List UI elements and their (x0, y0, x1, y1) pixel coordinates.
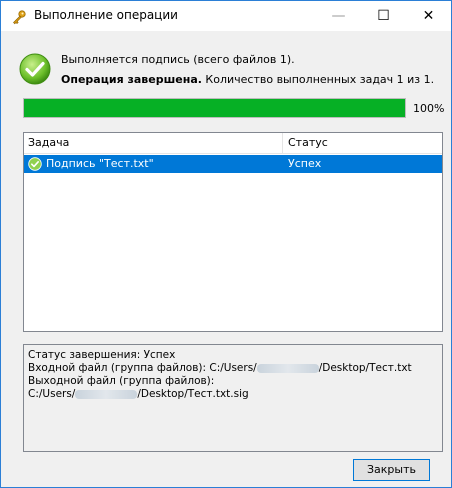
progress-percent: 100% (413, 102, 445, 115)
output-file-prefix: C:/Users/ (28, 388, 76, 400)
redacted-username (75, 389, 138, 399)
success-check-icon (19, 53, 51, 85)
operation-result: Операция завершена. Количество выполненн… (61, 73, 434, 86)
input-file-suffix: /Desktop/Тест.txt (318, 362, 412, 374)
task-name: Подпись "Тест.txt" (46, 157, 154, 170)
minimize-button[interactable]: — (316, 1, 361, 31)
column-header-status[interactable]: Статус (288, 136, 328, 149)
operation-window: Выполнение операции — ☐ ✕ Выполняется по… (0, 0, 452, 488)
column-header-task[interactable]: Задача (28, 136, 69, 149)
task-status: Успех (288, 157, 322, 170)
column-divider[interactable] (282, 133, 283, 153)
progress-fill (24, 99, 405, 117)
close-window-button[interactable]: ✕ (406, 1, 451, 31)
details-panel: Статус завершения: Успех Входной файл (г… (23, 344, 443, 452)
table-row[interactable]: Подпись "Тест.txt" Успех (24, 155, 442, 173)
operation-description: Выполняется подпись (всего файлов 1). (61, 53, 295, 66)
check-icon (28, 157, 42, 171)
tasks-table: Задача Статус Подпись "Тест.txt" Успех (23, 132, 443, 332)
output-file-suffix: /Desktop/Тест.txt.sig (137, 388, 249, 400)
output-file-label: Выходной файл (группа файлов): (28, 375, 215, 387)
window-title: Выполнение операции (34, 8, 178, 22)
operation-status-bold: Операция завершена. (61, 73, 202, 86)
close-button[interactable]: Закрыть (353, 459, 430, 481)
redacted-username (256, 363, 319, 373)
output-file-line: C:/Users/ /Desktop/Тест.txt.sig (28, 388, 249, 400)
progress-bar (23, 98, 406, 118)
maximize-button[interactable]: ☐ (361, 1, 406, 31)
completion-status: Статус завершения: Успех (28, 349, 176, 361)
input-file-prefix: Входной файл (группа файлов): C:/Users/ (28, 362, 257, 374)
window-content: Выполняется подпись (всего файлов 1). Оп… (1, 31, 451, 487)
key-icon (13, 10, 26, 25)
operation-task-count: Количество выполненных задач 1 из 1. (201, 73, 435, 86)
input-file-line: Входной файл (группа файлов): C:/Users/ /… (28, 362, 412, 374)
table-header: Задача Статус (24, 133, 442, 154)
title-bar[interactable]: Выполнение операции — ☐ ✕ (1, 1, 451, 31)
